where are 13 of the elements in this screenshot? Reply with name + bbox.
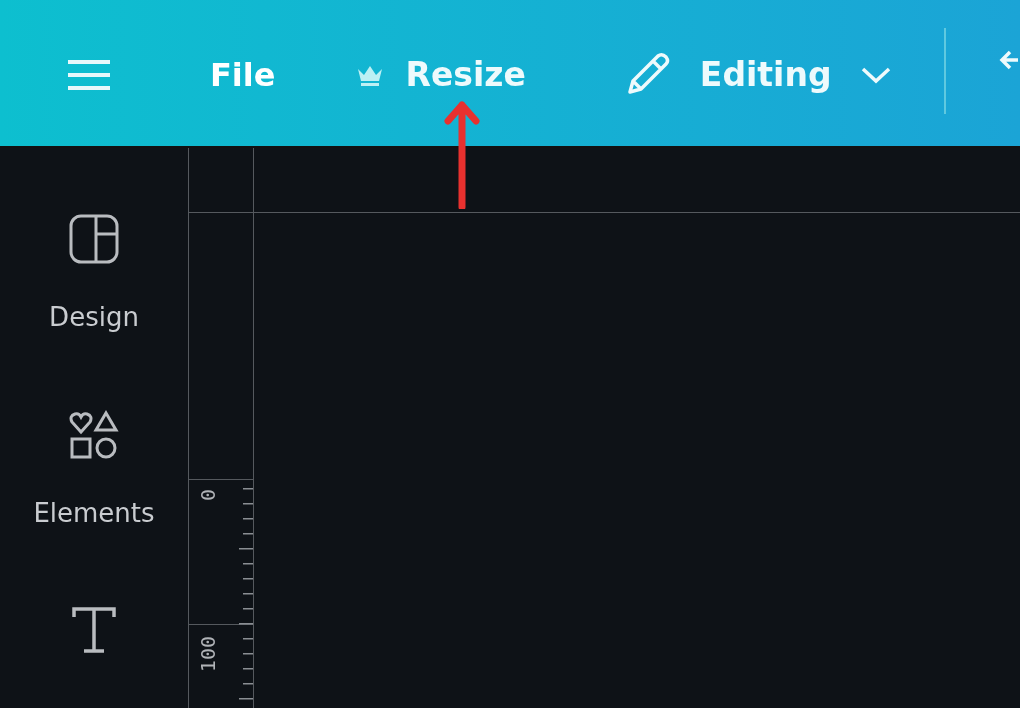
chevron-down-icon xyxy=(859,66,892,84)
file-menu[interactable]: File xyxy=(210,51,276,99)
ruler-label: 100 xyxy=(198,636,218,673)
ruler-label: 0 xyxy=(198,489,218,502)
sidebar-item[interactable]: Design xyxy=(49,214,139,332)
editing-dropdown[interactable]: Editing xyxy=(621,50,892,100)
menu-icon[interactable] xyxy=(68,60,110,90)
sidebar-item[interactable]: Elements xyxy=(33,410,155,528)
resize-button[interactable]: Resize xyxy=(355,50,526,100)
text-t-icon xyxy=(71,606,117,654)
shapes-icon xyxy=(69,410,119,460)
layout-icon xyxy=(69,214,119,264)
sidebar-item[interactable] xyxy=(71,606,117,654)
